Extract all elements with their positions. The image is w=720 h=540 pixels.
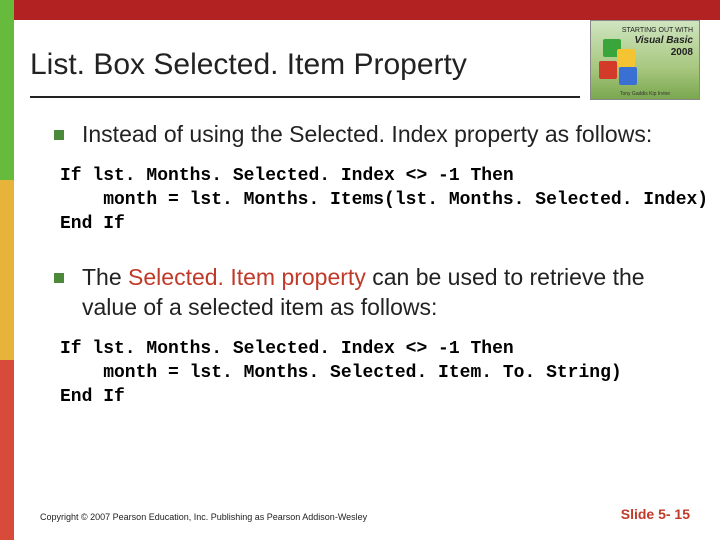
- code-block: If lst. Months. Selected. Index <> -1 Th…: [60, 164, 690, 237]
- copyright-text: Copyright © 2007 Pearson Education, Inc.…: [40, 512, 367, 522]
- bullet-square-icon: [54, 130, 64, 140]
- bullet-text: The Selected. Item property can be used …: [82, 263, 690, 323]
- logo-year: 2008: [622, 47, 693, 59]
- title-underline: [30, 96, 580, 98]
- code-block: If lst. Months. Selected. Index <> -1 Th…: [60, 337, 690, 410]
- logo-vb: Visual Basic: [622, 35, 693, 47]
- top-bar: [0, 0, 720, 20]
- slide-content: Instead of using the Selected. Index pro…: [40, 120, 690, 435]
- bullet-text-span: The: [82, 264, 128, 290]
- slide-number: Slide 5- 15: [621, 506, 690, 522]
- logo-line1: STARTING OUT WITH: [622, 27, 693, 34]
- bullet-item: The Selected. Item property can be used …: [40, 263, 690, 323]
- bullet-text-span: Instead of using the Selected. Index pro…: [82, 121, 652, 147]
- bullet-text: Instead of using the Selected. Index pro…: [82, 120, 652, 150]
- bullet-highlight: Selected. Item property: [128, 264, 366, 290]
- bullet-square-icon: [54, 273, 64, 283]
- slide-title: List. Box Selected. Item Property: [30, 48, 467, 82]
- footer: Copyright © 2007 Pearson Education, Inc.…: [40, 506, 690, 522]
- bullet-item: Instead of using the Selected. Index pro…: [40, 120, 690, 150]
- left-accent: [0, 0, 14, 540]
- book-cover-logo: STARTING OUT WITH Visual Basic 2008 Tony…: [590, 20, 700, 100]
- logo-sub: Tony Gaddis Kip Irvine: [591, 91, 699, 97]
